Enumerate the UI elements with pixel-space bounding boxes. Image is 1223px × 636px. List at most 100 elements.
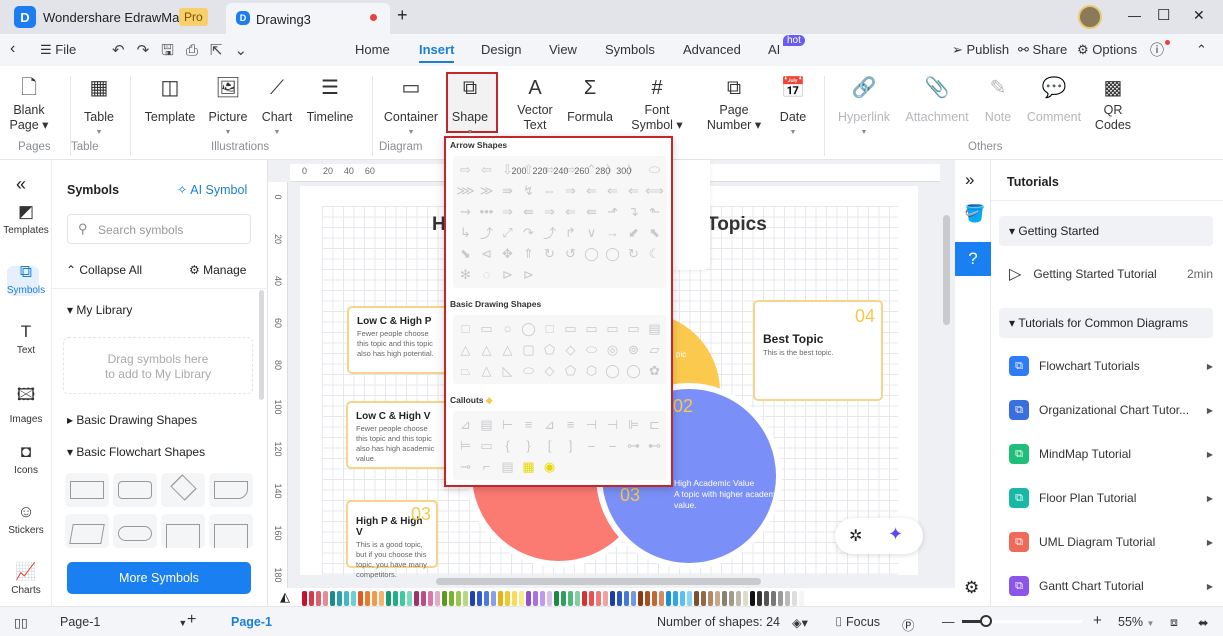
- color-swatch[interactable]: [778, 590, 783, 606]
- arrow-shape-item[interactable]: ⋙: [455, 180, 476, 201]
- collapse-panel-icon[interactable]: «: [16, 174, 26, 195]
- color-swatch[interactable]: [407, 590, 412, 606]
- color-swatch[interactable]: [540, 590, 545, 606]
- color-swatch[interactable]: [561, 590, 566, 606]
- topic-card[interactable]: 03 High P & High V This is a good topic, b…: [346, 500, 438, 579]
- tutorial-item[interactable]: ⧉ UML Diagram Tutorial ▶: [999, 522, 1213, 562]
- color-swatch[interactable]: [365, 590, 370, 606]
- color-swatch[interactable]: [617, 590, 622, 606]
- color-swatch[interactable]: [764, 590, 769, 606]
- new-tab-button[interactable]: +: [397, 5, 408, 26]
- ribbon-shape-button[interactable]: ⧉ Shape ▼: [435, 75, 505, 140]
- rail-item-charts[interactable]: 📈 Charts: [0, 562, 52, 596]
- basic-shape-item[interactable]: ◇: [560, 339, 581, 360]
- basic-shape-item[interactable]: ◯: [518, 318, 539, 339]
- color-swatch[interactable]: [547, 590, 552, 606]
- basic-shape-item[interactable]: ⬭: [518, 360, 539, 381]
- common-diagrams-section[interactable]: ▾ Tutorials for Common Diagrams: [999, 308, 1213, 338]
- arrow-shape-item[interactable]: ⇝: [455, 201, 476, 222]
- callout-shape-item[interactable]: ⊢: [497, 414, 518, 435]
- rounded-process-shape[interactable]: [113, 473, 157, 507]
- basic-shape-item[interactable]: ▭: [602, 318, 623, 339]
- color-swatch[interactable]: [729, 590, 734, 606]
- arrow-shape-item[interactable]: ↻: [623, 243, 644, 264]
- basic-shape-item[interactable]: ⏢: [455, 360, 476, 381]
- menu-tab-ai[interactable]: AI: [768, 42, 780, 57]
- color-swatch[interactable]: [309, 590, 314, 606]
- color-swatch[interactable]: [666, 590, 671, 606]
- color-swatch[interactable]: [351, 590, 356, 606]
- tutorial-item[interactable]: ⧉ Organizational Chart Tutor... ▶: [999, 390, 1213, 430]
- ribbon-attachment-button[interactable]: 📎 Attachment: [902, 75, 972, 125]
- basic-shape-item[interactable]: □: [455, 318, 476, 339]
- color-swatch[interactable]: [708, 590, 713, 606]
- ribbon-font-button[interactable]: # Font Symbol ▾: [622, 75, 692, 133]
- callout-shape-item[interactable]: ⊣: [602, 414, 623, 435]
- getting-started-tutorial[interactable]: ▷ Getting Started Tutorial 2min: [999, 254, 1213, 294]
- basic-shape-item[interactable]: △: [455, 339, 476, 360]
- color-swatch[interactable]: [750, 590, 755, 606]
- color-swatch[interactable]: [330, 590, 335, 606]
- arrow-shape-item[interactable]: ⊲: [476, 243, 497, 264]
- basic-shape-item[interactable]: ⬠: [560, 360, 581, 381]
- tutorial-item[interactable]: ⧉ Gantt Chart Tutorial ▶: [999, 566, 1213, 606]
- my-library-section[interactable]: ▾ My Library: [67, 303, 132, 317]
- basic-shape-item[interactable]: ◎: [602, 339, 623, 360]
- color-swatch[interactable]: [316, 590, 321, 606]
- tutorial-item[interactable]: ⧉ Flowchart Tutorials ▶: [999, 346, 1213, 386]
- zoom-out-button[interactable]: —: [942, 615, 955, 629]
- color-swatch[interactable]: [771, 590, 776, 606]
- page-tab[interactable]: Page-1: [231, 615, 272, 629]
- arrow-shape-item[interactable]: ⬊: [455, 243, 476, 264]
- arrow-shape-item[interactable]: ⬭: [644, 159, 665, 180]
- color-swatch[interactable]: [442, 590, 447, 606]
- color-swatch[interactable]: [582, 590, 587, 606]
- basic-shape-item[interactable]: ▤: [644, 318, 665, 339]
- callout-shape-item[interactable]: ⊏: [644, 414, 665, 435]
- arrow-shape-item[interactable]: ⇛: [497, 180, 518, 201]
- basic-flowchart-section[interactable]: ▾ Basic Flowchart Shapes: [67, 445, 205, 459]
- arrow-shape-item[interactable]: ⤴: [539, 222, 560, 243]
- arrow-shape-item[interactable]: ⇔: [539, 180, 560, 201]
- rail-item-images[interactable]: 🖾 Images: [0, 382, 52, 425]
- color-swatch[interactable]: [638, 590, 643, 606]
- callout-shape-item[interactable]: ≡: [518, 414, 539, 435]
- basic-shape-item[interactable]: ▭: [476, 318, 497, 339]
- color-swatch[interactable]: [302, 590, 307, 606]
- arrow-shape-item[interactable]: ≫: [476, 180, 497, 201]
- basic-shape-item[interactable]: ◯: [602, 360, 623, 381]
- color-swatch[interactable]: [498, 590, 503, 606]
- layers-icon[interactable]: ◈▾: [792, 615, 808, 630]
- callout-shape-item[interactable]: [: [539, 435, 560, 456]
- basic-shape-item[interactable]: ⬠: [539, 339, 560, 360]
- color-swatch[interactable]: [701, 590, 706, 606]
- color-swatch[interactable]: [554, 590, 559, 606]
- rail-item-templates[interactable]: ◩ Templates: [0, 202, 52, 236]
- tutorial-item[interactable]: ⧉ MindMap Tutorial ▶: [999, 434, 1213, 474]
- arrow-shape-item[interactable]: ⬉: [644, 222, 665, 243]
- arrow-shape-item[interactable]: ◌: [476, 264, 497, 285]
- ribbon-table-button[interactable]: ▦ Table ▼: [64, 75, 134, 140]
- rail-item-text[interactable]: T Text: [0, 322, 52, 356]
- ribbon-timeline-button[interactable]: ☰ Timeline: [295, 75, 365, 125]
- arrow-shape-item[interactable]: ◯: [581, 243, 602, 264]
- quick-access-toolbar[interactable]: ↶↷🖫⎙⇱⌄: [112, 40, 259, 65]
- menu-tab-view[interactable]: View: [549, 42, 577, 57]
- color-swatch[interactable]: [379, 590, 384, 606]
- color-swatch[interactable]: [799, 590, 804, 606]
- collapse-ribbon-icon[interactable]: ⌃: [1196, 42, 1207, 58]
- ribbon-qr-button[interactable]: ▩ QR Codes: [1078, 75, 1148, 133]
- color-swatch[interactable]: [428, 590, 433, 606]
- basic-shape-item[interactable]: ▢: [518, 339, 539, 360]
- color-swatch[interactable]: [568, 590, 573, 606]
- arrow-shape-item[interactable]: ⇚: [518, 201, 539, 222]
- document-shape[interactable]: [209, 473, 253, 507]
- arrow-shape-item[interactable]: ⇐: [623, 180, 644, 201]
- color-swatch[interactable]: [687, 590, 692, 606]
- avatar[interactable]: [1078, 5, 1102, 29]
- focus-button[interactable]: ⌷ Focus: [835, 615, 880, 630]
- color-swatch[interactable]: [589, 590, 594, 606]
- callout-shape-item[interactable]: }: [518, 435, 539, 456]
- arrow-shape-item[interactable]: ↳: [455, 222, 476, 243]
- help-icon[interactable]: ⓘ: [1150, 40, 1164, 60]
